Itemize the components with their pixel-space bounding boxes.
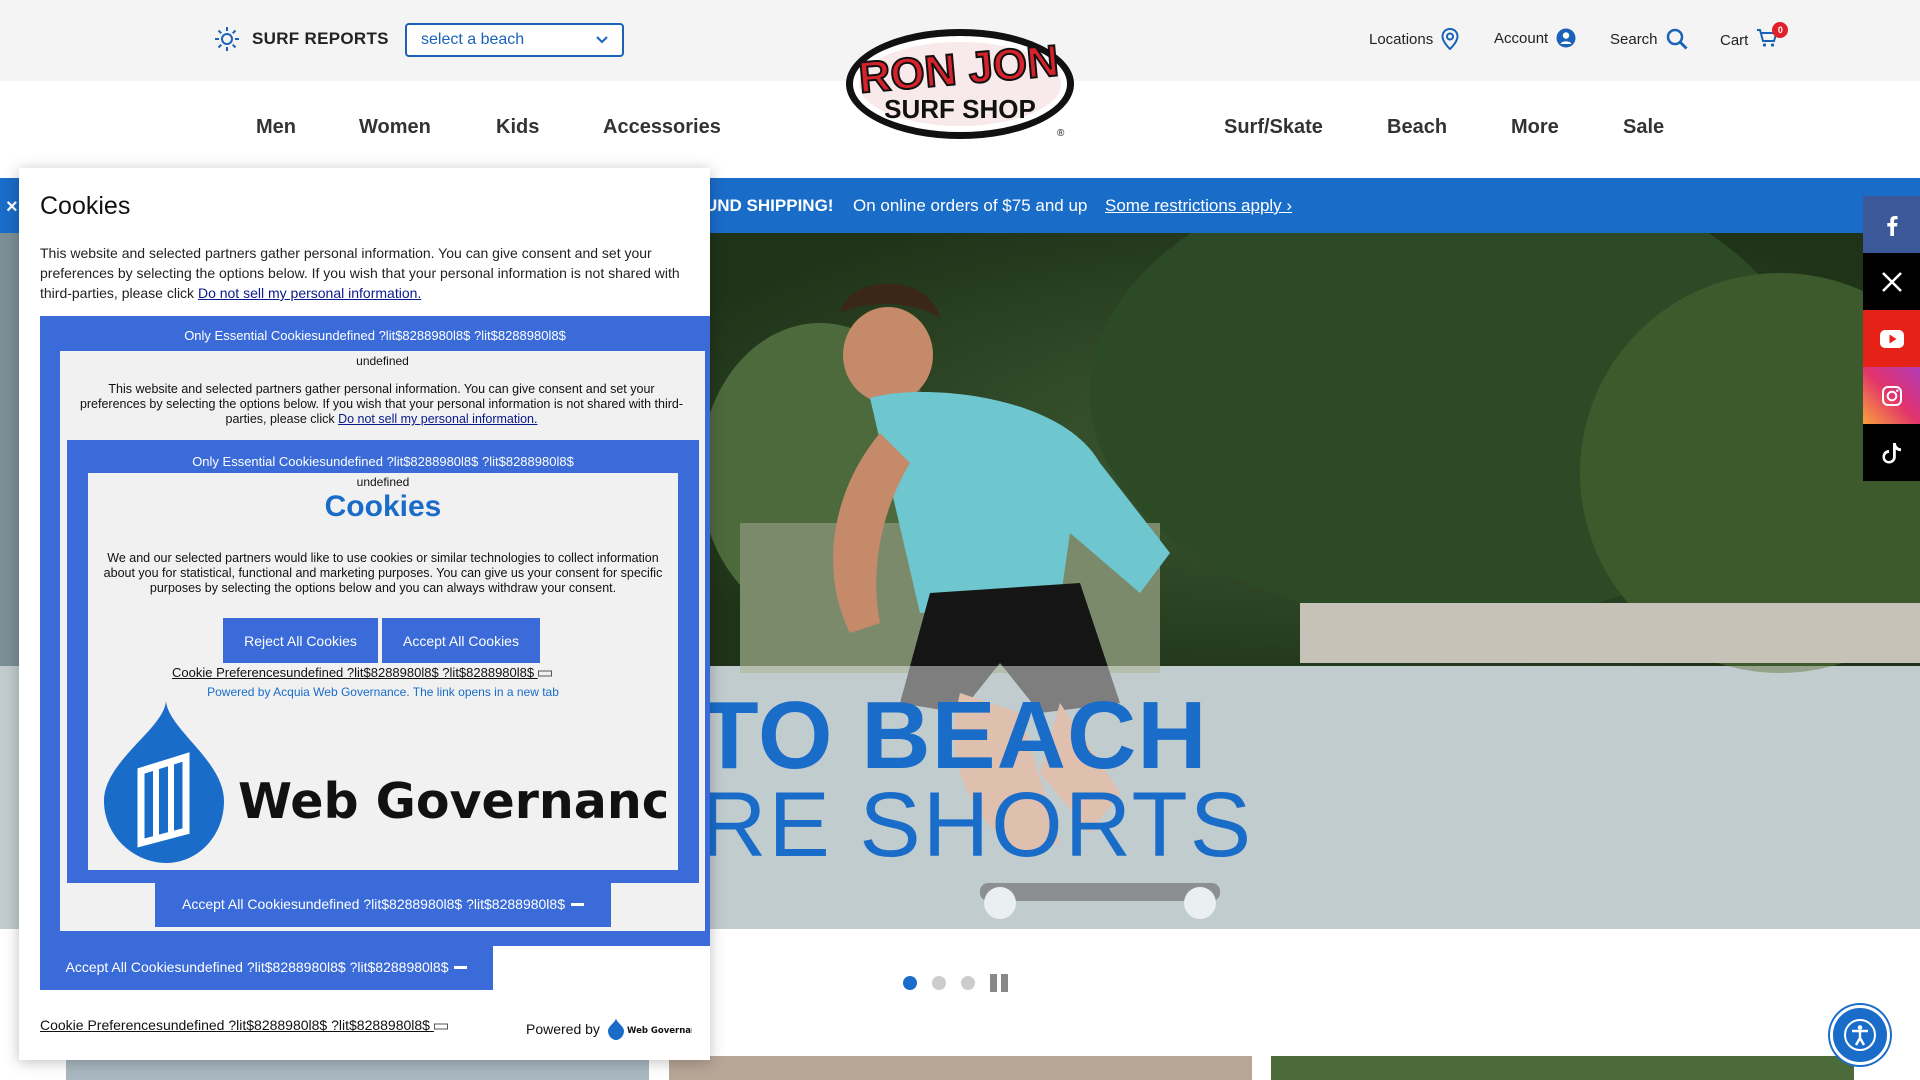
surf-reports-label: SURF REPORTS <box>252 29 389 48</box>
beach-select-value: select a beach <box>421 31 525 48</box>
accessibility-button[interactable] <box>1830 1005 1890 1065</box>
ron-jon-logo[interactable]: RON JON SURF SHOP ® <box>843 26 1077 146</box>
external-link-icon <box>537 670 552 677</box>
accept-all-outer-label: Accept All Cookiesundefined ?lit$8288980… <box>65 959 449 975</box>
carousel-pause-button[interactable] <box>990 974 1008 992</box>
logo-line2: SURF SHOP <box>884 94 1036 124</box>
essential-cookies-outer-panel: Only Essential Cookiesundefined ?lit$828… <box>40 316 710 946</box>
x-link[interactable] <box>1863 253 1920 310</box>
cookie-dialog-description: This website and selected partners gathe… <box>40 243 690 303</box>
cookie-preferences-bottom-label: Cookie Preferencesundefined ?lit$8288980… <box>40 1017 430 1033</box>
locations-label: Locations <box>1369 30 1434 48</box>
cookie-dialog-title: Cookies <box>40 192 131 220</box>
beach-select[interactable]: select a beach <box>405 23 624 57</box>
nested-do-not-sell-link[interactable]: Do not sell my personal information. <box>338 412 537 426</box>
minimize-icon <box>570 902 584 906</box>
accept-all-inner-label: Accept All Cookiesundefined ?lit$8288980… <box>182 896 565 912</box>
powered-by-acquia-link[interactable]: Powered by Acquia Web Governance. The li… <box>88 685 678 699</box>
carousel-controls <box>903 974 1008 992</box>
carousel-dot-1[interactable] <box>903 976 917 990</box>
web-governance-mini-logo: Web Governance <box>607 1018 692 1040</box>
undefined-label: undefined <box>356 354 409 368</box>
social-sidebar <box>1863 196 1920 481</box>
hero-subtitle: RE SHORTS <box>700 774 1254 876</box>
nav-beach[interactable]: Beach <box>1387 116 1447 139</box>
web-governance-logo: Web Governance <box>104 701 666 863</box>
nav-women[interactable]: Women <box>359 116 431 139</box>
product-tile-3[interactable] <box>1271 1056 1854 1080</box>
web-governance-logo-text: Web Governance <box>238 773 666 830</box>
cookies-consent-text: We and our selected partners would like … <box>103 551 663 595</box>
cookie-preferences-bottom-link[interactable]: Cookie Preferencesundefined ?lit$8288980… <box>40 1017 448 1033</box>
tiktok-link[interactable] <box>1863 424 1920 481</box>
cart-count-badge: 0 <box>1772 22 1789 38</box>
only-essential-cookies-button-inner[interactable]: Only Essential Cookiesundefined ?lit$828… <box>67 454 699 469</box>
cookies-heading: Cookies <box>324 490 442 523</box>
map-pin-icon <box>1441 28 1459 50</box>
accept-all-cookies-inner-button[interactable]: Accept All Cookiesundefined ?lit$8288980… <box>155 881 611 927</box>
nav-more[interactable]: More <box>1511 116 1559 139</box>
instagram-link[interactable] <box>1863 367 1920 424</box>
nav-sale[interactable]: Sale <box>1623 116 1664 139</box>
youtube-icon <box>1879 329 1904 348</box>
promo-close-button[interactable]: × <box>6 196 18 219</box>
cookie-preferences-link[interactable]: Cookie Preferencesundefined ?lit$8288980… <box>172 665 552 680</box>
do-not-sell-link[interactable]: Do not sell my personal information. <box>198 285 421 301</box>
undefined-label-inner: undefined <box>356 475 410 489</box>
promo-subtext: On online orders of $75 and up <box>853 196 1088 215</box>
powered-by[interactable]: Powered by Web Governance <box>526 1017 692 1041</box>
promo-text: UND SHIPPING! <box>705 196 834 215</box>
facebook-link[interactable] <box>1863 196 1920 253</box>
accessibility-icon <box>1844 1019 1876 1051</box>
x-icon <box>1881 271 1902 292</box>
powered-by-label: Powered by <box>526 1021 600 1037</box>
web-governance-mini-text: Web Governance <box>627 1026 692 1036</box>
search-icon <box>1666 28 1688 50</box>
nav-men[interactable]: Men <box>256 116 296 139</box>
carousel-dot-2[interactable] <box>932 976 946 990</box>
cart-label: Cart <box>1720 31 1749 49</box>
external-link-icon-2 <box>433 1023 448 1030</box>
promo-restrictions-link[interactable]: Some restrictions apply › <box>1105 196 1292 216</box>
sun-icon <box>215 27 239 51</box>
accept-all-cookies-outer-button[interactable]: Accept All Cookiesundefined ?lit$8288980… <box>40 944 493 990</box>
facebook-icon <box>1886 215 1898 236</box>
nested-cookie-description: This website and selected partners gathe… <box>74 382 689 427</box>
minimize-icon-2 <box>454 965 468 969</box>
account-label: Account <box>1494 29 1549 47</box>
instagram-icon <box>1881 385 1902 406</box>
surf-reports[interactable]: SURF REPORTS <box>214 26 389 52</box>
logo-registered-mark: ® <box>1057 128 1065 139</box>
reject-all-cookies-button[interactable]: Reject All Cookies <box>223 618 378 663</box>
search-label: Search <box>1610 30 1658 48</box>
cookie-nested-panel: undefined This website and selected part… <box>60 351 705 931</box>
only-essential-cookies-button[interactable]: Only Essential Cookiesundefined ?lit$828… <box>40 328 710 343</box>
product-tile-2[interactable] <box>669 1056 1252 1080</box>
youtube-link[interactable] <box>1863 310 1920 367</box>
cart-link[interactable]: Cart 0 <box>1720 22 1789 52</box>
user-icon <box>1556 28 1576 48</box>
accept-all-cookies-button[interactable]: Accept All Cookies <box>382 618 540 663</box>
cart-icon-wrap: 0 <box>1756 22 1789 52</box>
account-link[interactable]: Account <box>1494 28 1576 48</box>
tiktok-icon <box>1882 442 1901 463</box>
search-link[interactable]: Search <box>1610 28 1688 50</box>
carousel-dot-3[interactable] <box>961 976 975 990</box>
essential-cookies-inner-panel: Only Essential Cookiesundefined ?lit$828… <box>67 440 699 883</box>
nav-kids[interactable]: Kids <box>496 116 539 139</box>
locations-link[interactable]: Locations <box>1369 28 1459 50</box>
nav-accessories[interactable]: Accessories <box>603 116 721 139</box>
chevron-down-icon <box>596 36 608 44</box>
nav-surf-skate[interactable]: Surf/Skate <box>1224 116 1323 139</box>
cookie-preferences-label: Cookie Preferencesundefined ?lit$8288980… <box>172 665 535 680</box>
cookie-banner-core: undefined Cookies We and our selected pa… <box>88 473 678 870</box>
cookie-consent-dialog: Cookies This website and selected partne… <box>19 168 710 1060</box>
